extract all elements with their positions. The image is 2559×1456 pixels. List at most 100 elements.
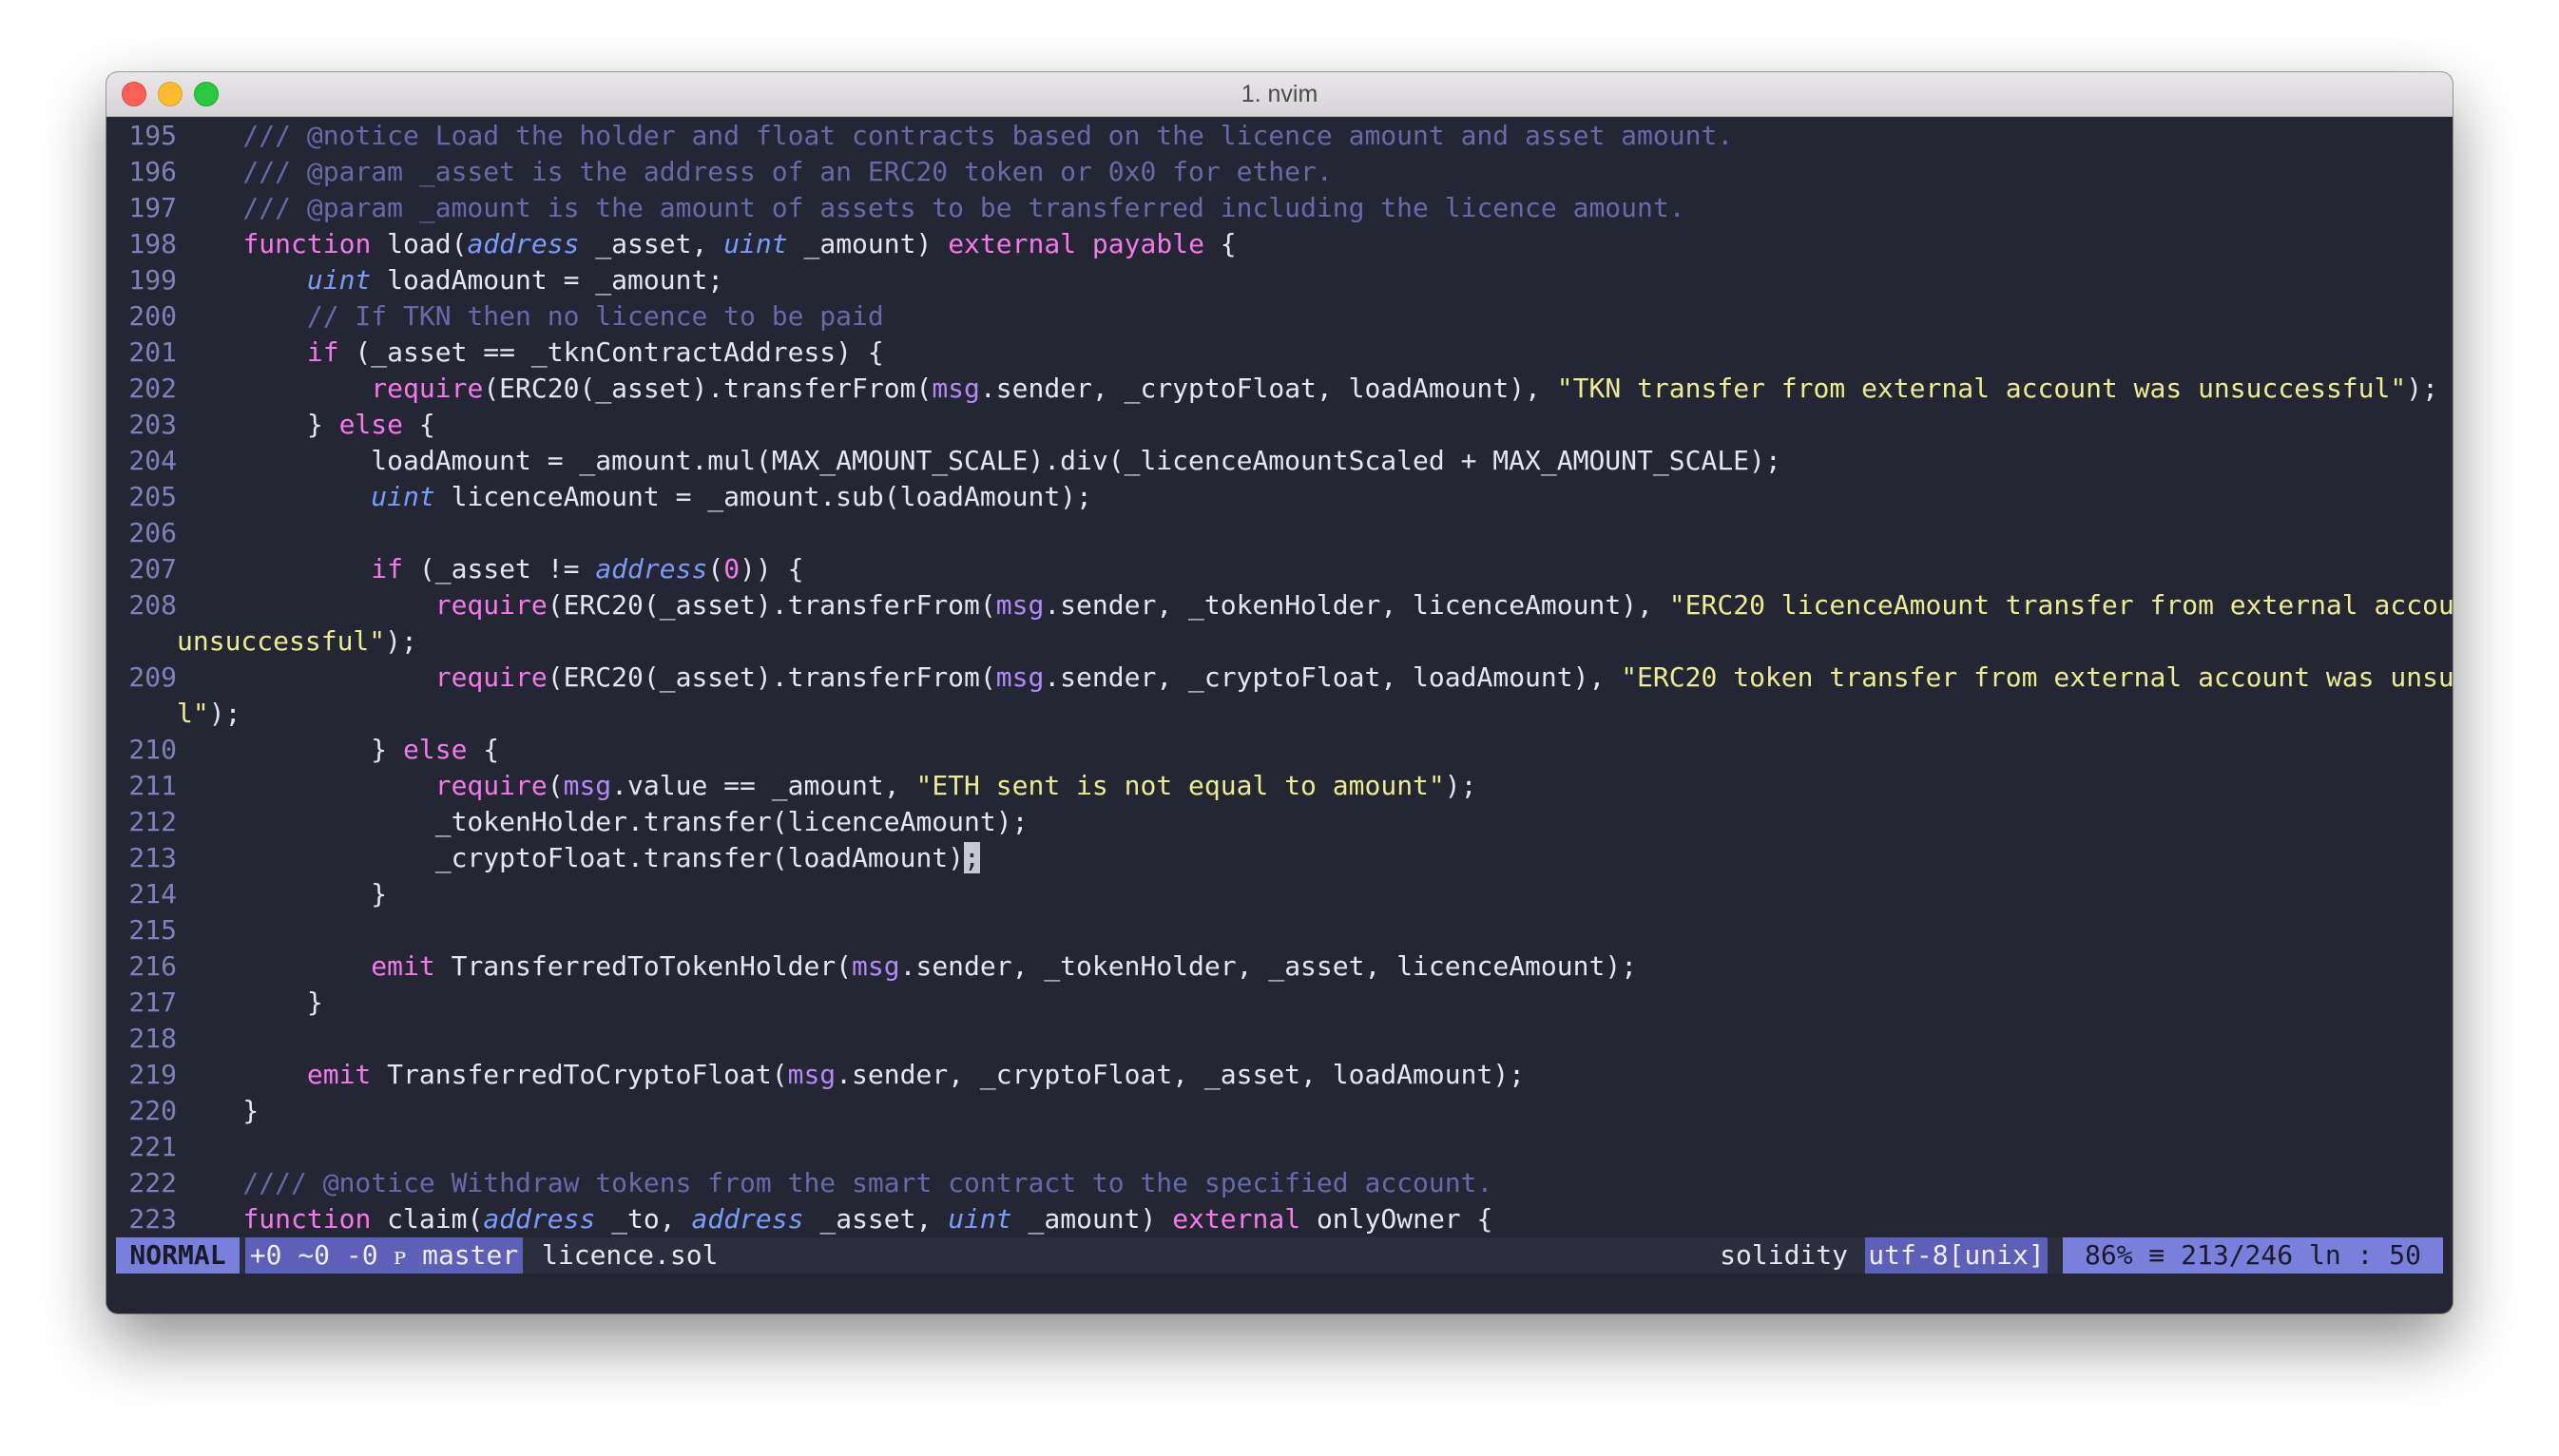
code-token: address bbox=[483, 1203, 596, 1235]
code-line[interactable]: 215 bbox=[106, 912, 2453, 948]
code-token: licenceAmount = _amount.sub(loadAmount); bbox=[434, 481, 1092, 512]
code-token: if bbox=[306, 336, 339, 368]
mode-indicator: NORMAL bbox=[116, 1237, 240, 1274]
code-token: require bbox=[371, 373, 484, 404]
code-line[interactable]: 200 // If TKN then no licence to be paid bbox=[106, 298, 2453, 335]
cursor-position: 86% ≡ 213/246 ln : 50 bbox=[2063, 1237, 2443, 1274]
code-token: } bbox=[179, 734, 404, 765]
code-token: { bbox=[403, 409, 435, 440]
code-token: msg bbox=[563, 770, 612, 801]
git-status: +0 ~0 -0 ᴘ master bbox=[245, 1237, 523, 1274]
code-token: l" bbox=[177, 698, 209, 729]
text-cursor: ; bbox=[964, 842, 980, 873]
code-line[interactable]: 216 emit TransferredToTokenHolder(msg.se… bbox=[106, 948, 2453, 985]
code-token: } bbox=[179, 878, 388, 910]
code-token: uint bbox=[306, 264, 372, 296]
code-line[interactable]: 217 } bbox=[106, 985, 2453, 1021]
code-token: uint bbox=[371, 481, 435, 512]
code-token: external bbox=[1172, 1203, 1301, 1235]
line-number: 204 bbox=[128, 445, 177, 476]
code-token: ); bbox=[1444, 770, 1477, 801]
code-token: msg bbox=[787, 1059, 837, 1090]
code-token: ( bbox=[707, 553, 724, 584]
code-token: address bbox=[595, 553, 708, 584]
code-token: .sender, _cryptoFloat, _asset, loadAmoun… bbox=[836, 1059, 1526, 1090]
code-line-wrap[interactable]: l"); bbox=[106, 696, 2453, 732]
code-line[interactable]: 213 _cryptoFloat.transfer(loadAmount); bbox=[106, 840, 2453, 876]
line-number: 222 bbox=[128, 1167, 177, 1198]
line-number: 221 bbox=[128, 1131, 177, 1162]
code-token: address bbox=[691, 1203, 804, 1235]
code-line[interactable]: 221 bbox=[106, 1129, 2453, 1165]
code-line[interactable]: 207 if (_asset != address(0)) { bbox=[106, 551, 2453, 587]
line-number: 215 bbox=[128, 914, 177, 946]
code-token: _cryptoFloat.transfer(loadAmount) bbox=[179, 842, 965, 873]
code-line[interactable]: 218 bbox=[106, 1021, 2453, 1057]
code-token: _asset, bbox=[579, 228, 724, 259]
code-token: uint bbox=[723, 228, 788, 259]
code-token: TransferredToTokenHolder( bbox=[434, 950, 853, 982]
code-token: unsuccessful" bbox=[177, 625, 386, 657]
line-number: 223 bbox=[128, 1203, 177, 1235]
code-line[interactable]: 212 _tokenHolder.transfer(licenceAmount)… bbox=[106, 804, 2453, 840]
line-number: 203 bbox=[128, 409, 177, 440]
code-token: TransferredToCryptoFloat( bbox=[371, 1059, 788, 1090]
code-token: } bbox=[179, 409, 339, 440]
code-line[interactable]: 199 uint loadAmount = _amount; bbox=[106, 262, 2453, 298]
code-token: msg bbox=[932, 373, 980, 404]
code-line[interactable]: 205 uint licenceAmount = _amount.sub(loa… bbox=[106, 479, 2453, 515]
line-number: 202 bbox=[128, 373, 177, 404]
file-type: solidity bbox=[1720, 1239, 1848, 1271]
code-token: (ERC20(_asset).transferFrom( bbox=[547, 661, 996, 693]
code-token: emit bbox=[306, 1059, 372, 1090]
code-line[interactable]: 210 } else { bbox=[106, 732, 2453, 768]
code-token: /// @notice Load the holder and float co… bbox=[179, 120, 1734, 151]
code-token: .sender, _cryptoFloat, loadAmount), bbox=[979, 373, 1557, 404]
code-line[interactable]: 223 function claim(address _to, address … bbox=[106, 1201, 2453, 1237]
code-token: ); bbox=[208, 698, 241, 729]
code-token: } bbox=[179, 987, 323, 1018]
code-line[interactable]: 206 bbox=[106, 515, 2453, 551]
code-line[interactable]: 203 } else { bbox=[106, 407, 2453, 443]
code-line[interactable]: 202 require(ERC20(_asset).transferFrom(m… bbox=[106, 371, 2453, 407]
code-line[interactable]: 220 } bbox=[106, 1093, 2453, 1129]
code-token: onlyOwner { bbox=[1300, 1203, 1493, 1235]
code-token: msg bbox=[852, 950, 900, 982]
line-number: 211 bbox=[128, 770, 177, 801]
code-line[interactable]: 197 /// @param _amount is the amount of … bbox=[106, 190, 2453, 226]
line-number: 208 bbox=[128, 589, 177, 621]
code-token: function bbox=[242, 1203, 372, 1235]
code-line[interactable]: 196 /// @param _asset is the address of … bbox=[106, 154, 2453, 190]
code-token: "ERC20 token transfer from external acco… bbox=[1621, 661, 2453, 693]
code-line[interactable]: 204 loadAmount = _amount.mul(MAX_AMOUNT_… bbox=[106, 443, 2453, 479]
code-line[interactable]: 195 /// @notice Load the holder and floa… bbox=[106, 118, 2453, 154]
code-line[interactable]: 201 if (_asset == _tknContractAddress) { bbox=[106, 335, 2453, 371]
code-line[interactable]: 222 //// @notice Withdraw tokens from th… bbox=[106, 1165, 2453, 1201]
code-line[interactable]: 198 function load(address _asset, uint _… bbox=[106, 226, 2453, 262]
code-line-wrap[interactable]: unsuccessful"); bbox=[106, 623, 2453, 660]
code-token: /// @param _amount is the amount of asse… bbox=[179, 192, 1685, 223]
code-line[interactable]: 211 require(msg.value == _amount, "ETH s… bbox=[106, 768, 2453, 804]
code-token: external bbox=[948, 228, 1077, 259]
code-token: "ETH sent is not equal to amount" bbox=[915, 770, 1445, 801]
code-line[interactable]: 208 require(ERC20(_asset).transferFrom(m… bbox=[106, 587, 2453, 623]
code-token: payable bbox=[1091, 228, 1204, 259]
code-token: require bbox=[434, 661, 548, 693]
code-token: "ERC20 licenceAmount transfer from exter… bbox=[1668, 589, 2453, 621]
code-editor[interactable]: 195 /// @notice Load the holder and floa… bbox=[106, 118, 2453, 1237]
code-token: if bbox=[371, 553, 404, 584]
code-line[interactable]: 219 emit TransferredToCryptoFloat(msg.se… bbox=[106, 1057, 2453, 1093]
code-line[interactable]: 209 require(ERC20(_asset).transferFrom(m… bbox=[106, 660, 2453, 696]
line-number: 219 bbox=[128, 1059, 177, 1090]
line-number: 196 bbox=[128, 156, 177, 187]
code-token: _amount) bbox=[787, 228, 949, 259]
code-line[interactable]: 214 } bbox=[106, 876, 2453, 912]
